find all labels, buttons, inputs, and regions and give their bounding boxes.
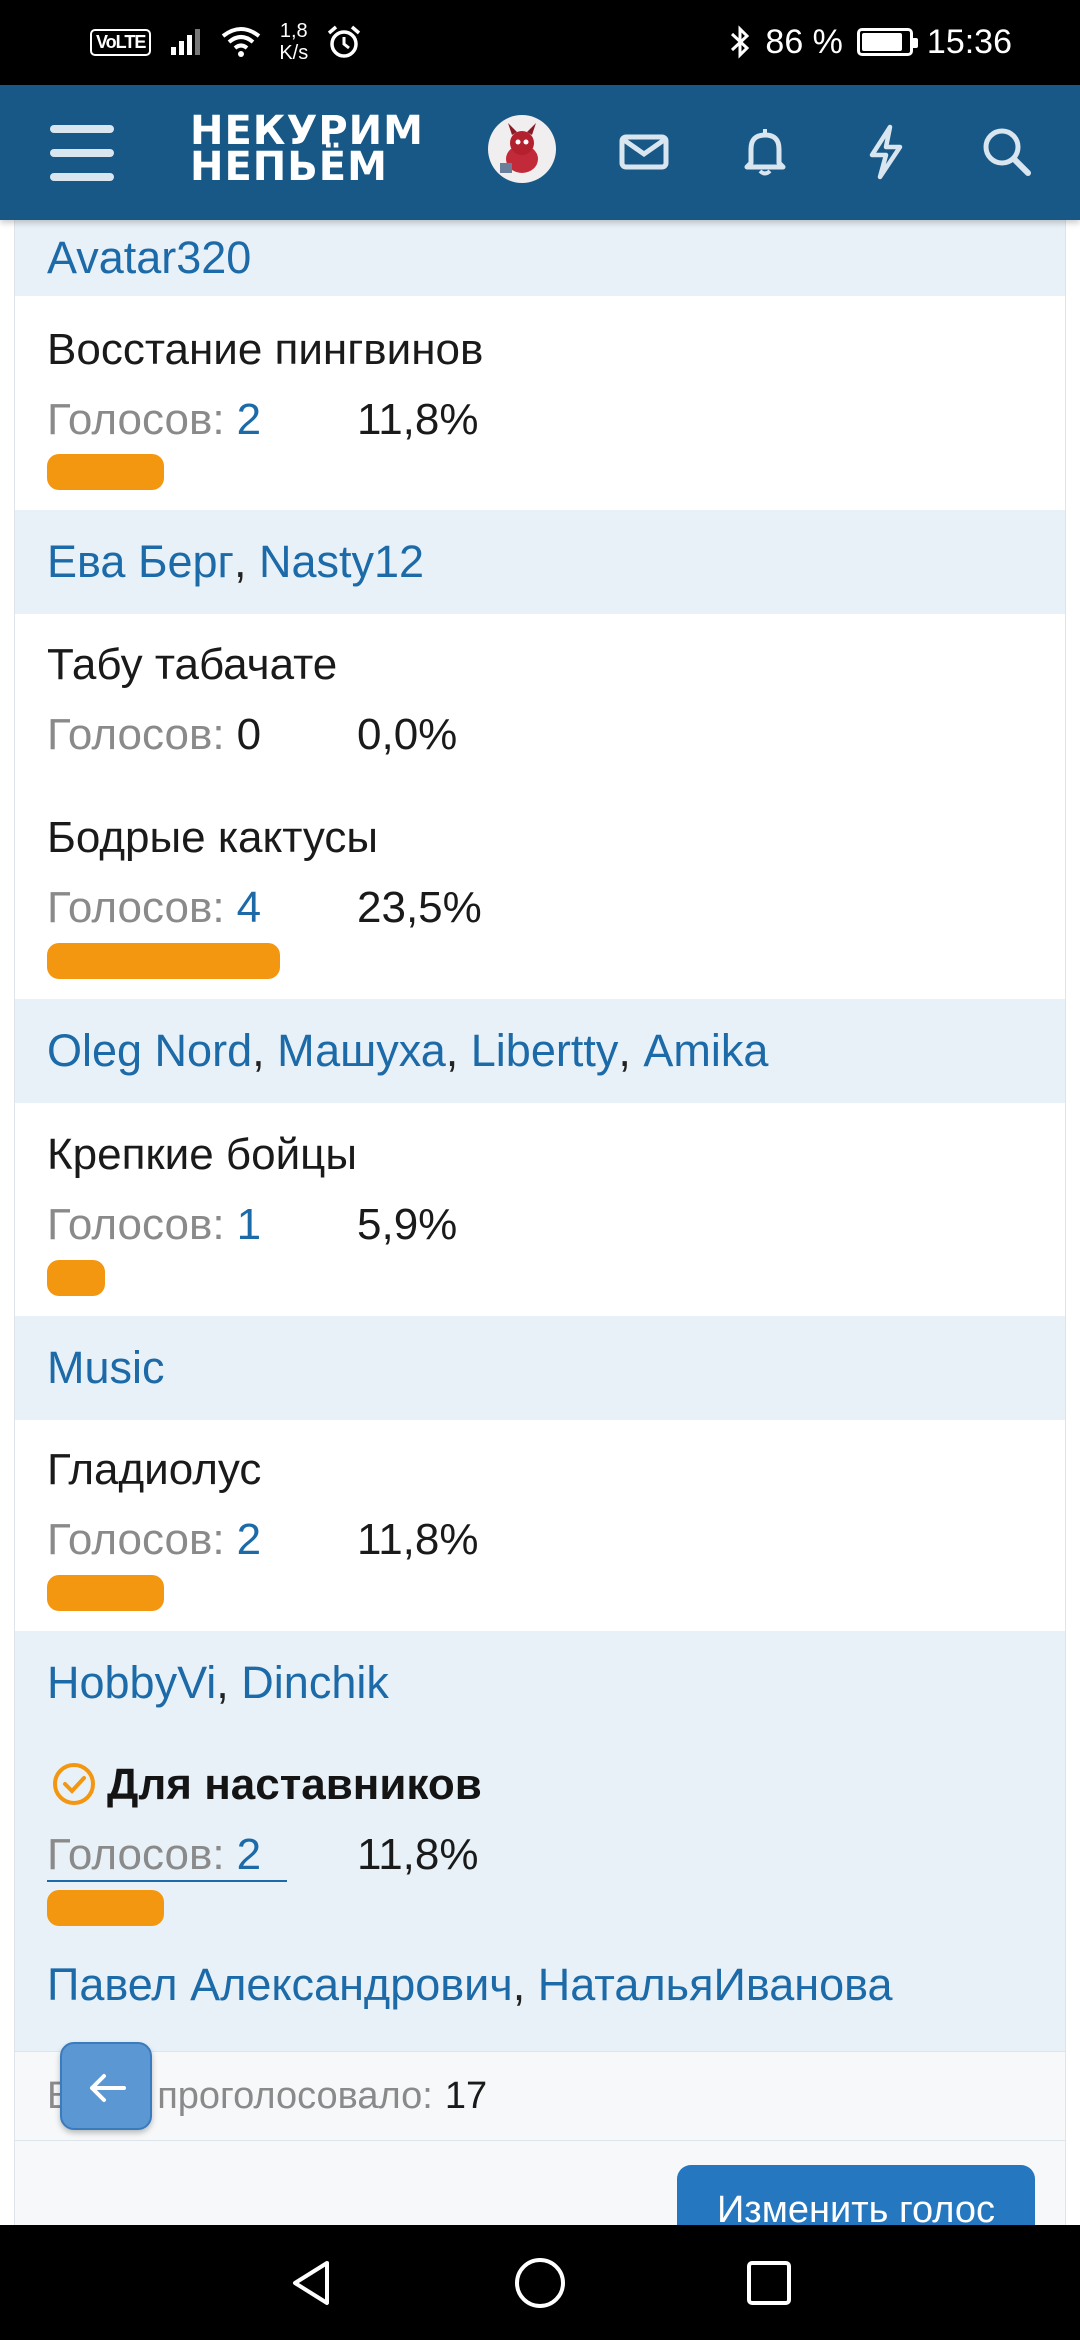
voter-link[interactable]: HobbyVi — [47, 1657, 216, 1709]
poll-total: Всего проголосовало: 17 — [15, 2051, 1065, 2141]
mail-icon[interactable] — [612, 119, 676, 183]
votes-percent: 11,8% — [357, 1515, 479, 1564]
votes-line: Голосов: 4 23,5% — [47, 883, 482, 933]
bell-icon[interactable] — [733, 119, 797, 183]
status-left: VoLTE 1,8 K/s — [90, 18, 362, 66]
status-bar: VoLTE 1,8 K/s 86 % 15:36 — [0, 0, 1080, 85]
voters-list: Ева Берг, Nasty12 — [15, 510, 1065, 614]
user-avatar[interactable] — [488, 115, 556, 183]
voters-list: Павел Александрович, НатальяИванова — [47, 1959, 893, 2011]
result-bar — [47, 1575, 164, 1611]
option-title: Крепкие бойцы — [47, 1130, 357, 1179]
site-header: НЕКУРИМ НЕПЬЁМ — [0, 85, 1080, 220]
poll-footer: Изменить голос — [15, 2141, 1065, 2225]
votes-label: Голосов: — [47, 1830, 225, 1879]
battery-percent: 86 % — [765, 22, 843, 61]
option-title: Восстание пингвинов — [47, 325, 484, 374]
network-speed: 1,8 K/s — [279, 20, 308, 64]
search-icon[interactable] — [974, 119, 1038, 183]
votes-count-link[interactable]: 1 — [237, 1200, 287, 1250]
votes-label: Голосов: — [47, 1515, 225, 1564]
option-title: Гладиолус — [47, 1445, 262, 1494]
votes-label: Голосов: — [47, 395, 225, 444]
voter-link[interactable]: Amika — [643, 1025, 768, 1077]
result-bar — [47, 943, 280, 979]
logo-line-2: НЕПЬЁМ — [190, 144, 388, 190]
change-vote-button[interactable]: Изменить голос — [677, 2165, 1035, 2225]
nav-home-icon[interactable] — [512, 2255, 568, 2311]
alarm-icon — [328, 25, 361, 58]
voters-list: Music — [15, 1316, 1065, 1420]
nav-back-icon[interactable] — [283, 2255, 339, 2311]
voter-link[interactable]: Машуха — [277, 1025, 446, 1077]
option-title: Табу табачате — [47, 640, 338, 689]
votes-count: 0 — [236, 710, 262, 759]
wifi-icon — [222, 27, 261, 57]
votes-label: Голосов: — [47, 883, 225, 932]
lightning-icon[interactable] — [854, 119, 918, 183]
site-logo[interactable]: НЕКУРИМ НЕПЬЁМ — [190, 111, 424, 190]
result-bar — [47, 454, 164, 490]
votes-percent: 5,9% — [357, 1200, 458, 1249]
result-bar — [47, 1890, 164, 1926]
votes-percent: 0,0% — [357, 710, 458, 759]
voter-link[interactable]: Dinchik — [241, 1657, 389, 1709]
voters-list: Avatar320 — [15, 220, 1065, 296]
nav-recents-icon[interactable] — [741, 2255, 797, 2311]
check-circle-icon — [53, 1763, 95, 1805]
back-button[interactable] — [60, 2042, 152, 2130]
network-speed-unit: K/s — [279, 42, 309, 64]
votes-line: Голосов: 2 11,8% — [47, 395, 479, 445]
voter-link[interactable]: Oleg Nord — [47, 1025, 252, 1077]
votes-label: Голосов: — [47, 1200, 225, 1249]
voter-link[interactable]: Avatar320 — [47, 232, 251, 284]
voters-list: Oleg Nord, Машуха, Libertty, Amika — [15, 999, 1065, 1103]
clock: 15:36 — [926, 22, 1012, 61]
result-bar — [47, 1260, 105, 1296]
votes-line: Голосов: 2 11,8% — [47, 1515, 479, 1565]
system-nav-bar — [0, 2225, 1080, 2340]
voter-link[interactable]: Nasty12 — [259, 536, 424, 588]
menu-icon[interactable] — [50, 125, 114, 181]
voter-link[interactable]: Ева Берг — [47, 536, 234, 588]
voters-list: HobbyVi, Dinchik — [47, 1657, 389, 1709]
voter-link[interactable]: НатальяИванова — [538, 1959, 893, 2011]
votes-count-link[interactable]: 4 — [237, 883, 287, 933]
votes-count-link[interactable]: 2 — [237, 1830, 287, 1880]
votes-count-link[interactable]: 2 — [237, 395, 287, 445]
avatar-image — [500, 123, 538, 173]
votes-line: Голосов: 1 5,9% — [47, 1200, 457, 1250]
total-value: 17 — [444, 2074, 488, 2117]
status-right: 86 % 15:36 — [729, 18, 1012, 66]
poll-results: Avatar320 Восстание пингвинов Голосов: 2… — [14, 220, 1066, 2225]
votes-line: Голосов: 0 0,0% — [47, 710, 457, 760]
votes-line[interactable]: Голосов: 2 11,8% — [47, 1830, 479, 1882]
arrow-left-icon — [90, 2074, 126, 2102]
signal-icon — [171, 29, 201, 55]
voter-link[interactable]: Music — [47, 1342, 165, 1394]
votes-label: Голосов: — [47, 710, 225, 759]
bluetooth-icon — [731, 25, 750, 59]
votes-count-link[interactable]: 2 — [237, 1515, 287, 1565]
battery-icon — [856, 28, 918, 56]
option-title-selected: Для наставников — [107, 1760, 482, 1809]
voter-link[interactable]: Libertty — [471, 1025, 619, 1077]
option-title: Бодрые кактусы — [47, 813, 379, 862]
votes-percent: 23,5% — [357, 883, 482, 932]
votes-percent: 11,8% — [357, 1830, 479, 1879]
volte-indicator: VoLTE — [90, 28, 152, 56]
voter-link[interactable]: Павел Александрович — [47, 1959, 513, 2011]
network-speed-value: 1,8 — [279, 20, 308, 42]
votes-percent: 11,8% — [357, 395, 479, 444]
